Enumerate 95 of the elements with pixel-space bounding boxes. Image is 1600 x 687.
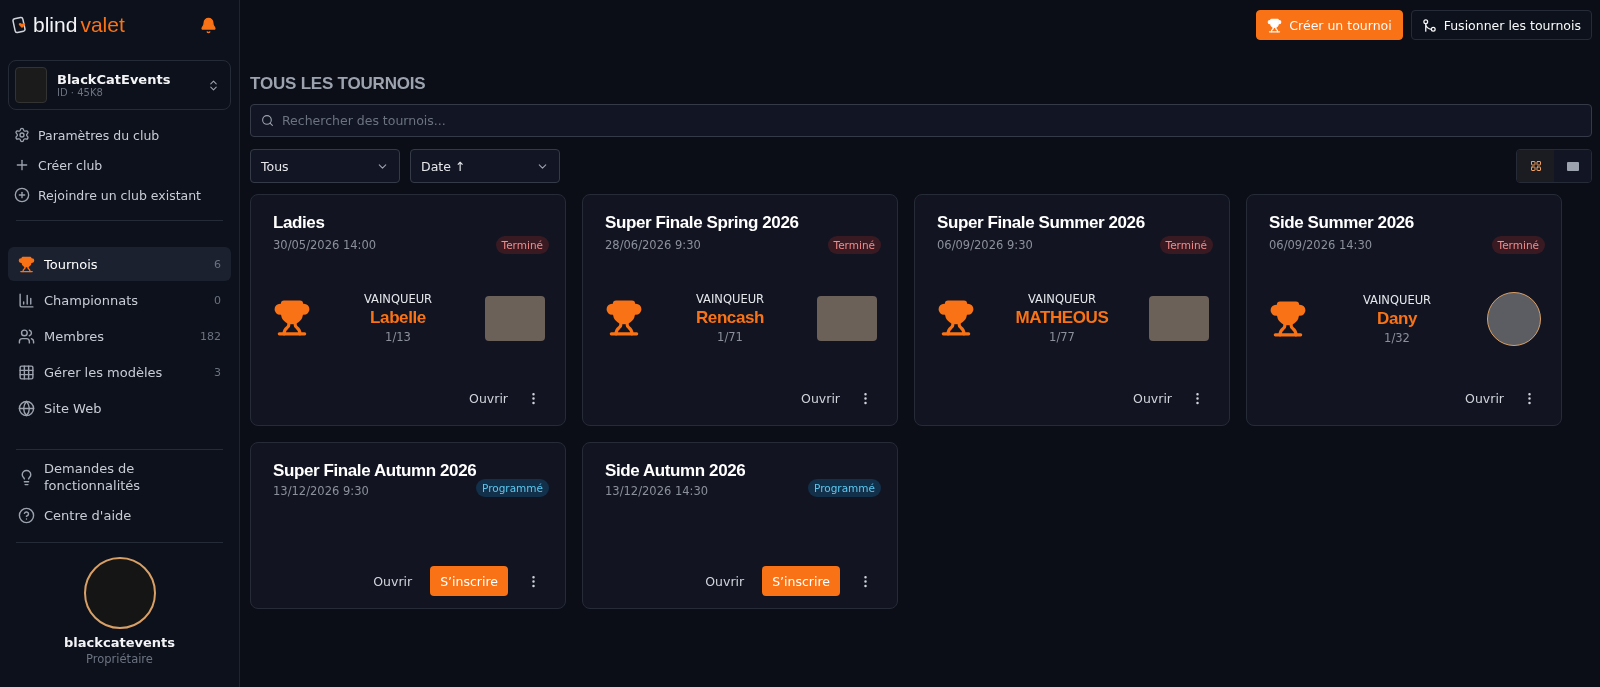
nav-item[interactable]: Membres 182: [8, 319, 231, 353]
filter-dropdown[interactable]: Tous: [250, 149, 400, 183]
notification-bell-icon[interactable]: [200, 16, 217, 34]
tournament-date: 30/05/2026 14:00: [273, 238, 377, 252]
status-badge: Programmé: [476, 479, 549, 497]
search-icon: [261, 114, 274, 127]
status-badge: Terminé: [827, 236, 881, 254]
logo-text: valet: [80, 13, 125, 37]
nav-item[interactable]: Tournois 6: [8, 247, 231, 281]
tournament-title: Ladies: [273, 213, 326, 233]
avatar-placeholder: [1487, 292, 1541, 346]
winner-caption: VAINQUEUR: [363, 292, 433, 306]
help-icon: [18, 506, 35, 524]
winner-caption: VAINQUEUR: [1362, 293, 1432, 307]
plus-circle-icon: [14, 187, 30, 203]
winner-caption: VAINQUEUR: [1027, 292, 1097, 306]
tournament-date: 06/09/2026 9:30: [937, 238, 1033, 252]
search-field[interactable]: Rechercher des tournois...: [250, 104, 1592, 137]
grid-icon: [1529, 160, 1542, 172]
nav-item[interactable]: Site Web: [8, 391, 231, 425]
winner-rank: 1/77: [1049, 330, 1075, 344]
tournament-date: 13/12/2026 14:30: [605, 484, 709, 498]
open-button[interactable]: Ouvrir: [1465, 383, 1504, 413]
photo-placeholder: [485, 295, 545, 341]
globe-icon: [18, 399, 35, 417]
club-menu-link[interactable]: Rejoindre un club existant: [14, 180, 225, 210]
winner-rank: 1/71: [717, 330, 743, 344]
list-icon: [1566, 161, 1579, 171]
winner-name: MATHEOUS: [1015, 308, 1109, 328]
tournament-title: Super Finale Spring 2026: [605, 213, 800, 233]
nav-count: 3: [214, 365, 221, 379]
club-id: ID · 45K8: [57, 87, 104, 98]
nav-item[interactable]: Gérer les modèles 3: [8, 355, 231, 389]
status-badge: Terminé: [1159, 236, 1213, 254]
open-button[interactable]: Ouvrir: [801, 383, 840, 413]
tournament-date: 13/12/2026 9:30: [273, 484, 369, 498]
club-menu-link[interactable]: Créer club: [14, 150, 225, 180]
open-button[interactable]: Ouvrir: [469, 383, 508, 413]
winner-name: Dany: [1377, 309, 1417, 329]
club-switcher[interactable]: BlackCatEvents ID · 45K8: [8, 60, 231, 110]
trophy-icon: [1267, 17, 1283, 33]
tournament-date: 06/09/2026 14:30: [1269, 238, 1373, 252]
trophy-icon: [273, 299, 311, 337]
photo-placeholder: [817, 295, 877, 341]
tournament-title: Super Finale Autumn 2026: [273, 461, 478, 481]
trophy-icon: [18, 255, 35, 273]
club-name: BlackCatEvents: [57, 72, 172, 87]
trophy-icon: [937, 299, 975, 337]
winner-name: Labelle: [370, 308, 426, 328]
profile-name: blackcatevents: [64, 635, 175, 650]
search-input[interactable]: Rechercher des tournois...: [280, 112, 1581, 129]
bar-chart-icon: [18, 291, 35, 309]
club-menu-link[interactable]: Paramètres du club: [14, 120, 225, 150]
winner-rank: 1/32: [1384, 331, 1410, 345]
nav-label: Tournois: [44, 256, 99, 272]
tournament-title: Side Summer 2026: [1269, 213, 1415, 233]
merge-tournaments-button[interactable]: Fusionner les tournois: [1410, 10, 1592, 40]
nav-label: Site Web: [44, 400, 103, 416]
winner-name: Rencash: [695, 308, 765, 328]
nav-count: 182: [200, 329, 221, 343]
open-button[interactable]: Ouvrir: [705, 566, 745, 596]
winner-caption: VAINQUEUR: [695, 292, 765, 306]
nav-item[interactable]: Championnats 0: [8, 283, 231, 317]
open-button[interactable]: Ouvrir: [1133, 383, 1172, 413]
tournament-title: Super Finale Summer 2026: [937, 213, 1146, 233]
logo-text: blind: [33, 13, 78, 37]
nav-count: 0: [214, 293, 221, 307]
list-view-button[interactable]: [1554, 150, 1591, 182]
trophy-icon: [1269, 300, 1307, 338]
nav-label: Membres: [44, 328, 105, 344]
filter-dropdown[interactable]: Date ↑: [410, 149, 560, 183]
photo-placeholder: [1149, 295, 1209, 341]
trophy-icon: [605, 299, 643, 337]
profile-role: Propriétaire: [86, 652, 153, 666]
help-link[interactable]: Demandes de fonctionnalités: [18, 460, 221, 494]
plus-icon: [14, 157, 30, 173]
merge-icon: [1421, 17, 1437, 33]
status-badge: Programmé: [808, 479, 881, 497]
grid-icon: [18, 363, 35, 381]
status-badge: Terminé: [495, 236, 549, 254]
open-button[interactable]: Ouvrir: [373, 566, 413, 596]
nav-label: Championnats: [44, 292, 140, 308]
help-link[interactable]: Centre d'aide: [18, 498, 221, 532]
tournament-date: 28/06/2026 9:30: [605, 238, 701, 252]
nav-label: Gérer les modèles: [44, 364, 164, 380]
winner-rank: 1/13: [385, 330, 411, 344]
club-logo: [15, 67, 47, 103]
tournament-title: Side Autumn 2026: [605, 461, 747, 481]
nav-count: 6: [214, 257, 221, 271]
status-badge: Terminé: [1491, 236, 1545, 254]
settings-icon: [14, 127, 30, 143]
chevrons-icon: [207, 78, 220, 92]
users-icon: [18, 327, 35, 345]
grid-view-button[interactable]: [1517, 150, 1554, 182]
page-title: TOUS LES TOURNOIS: [250, 74, 427, 94]
